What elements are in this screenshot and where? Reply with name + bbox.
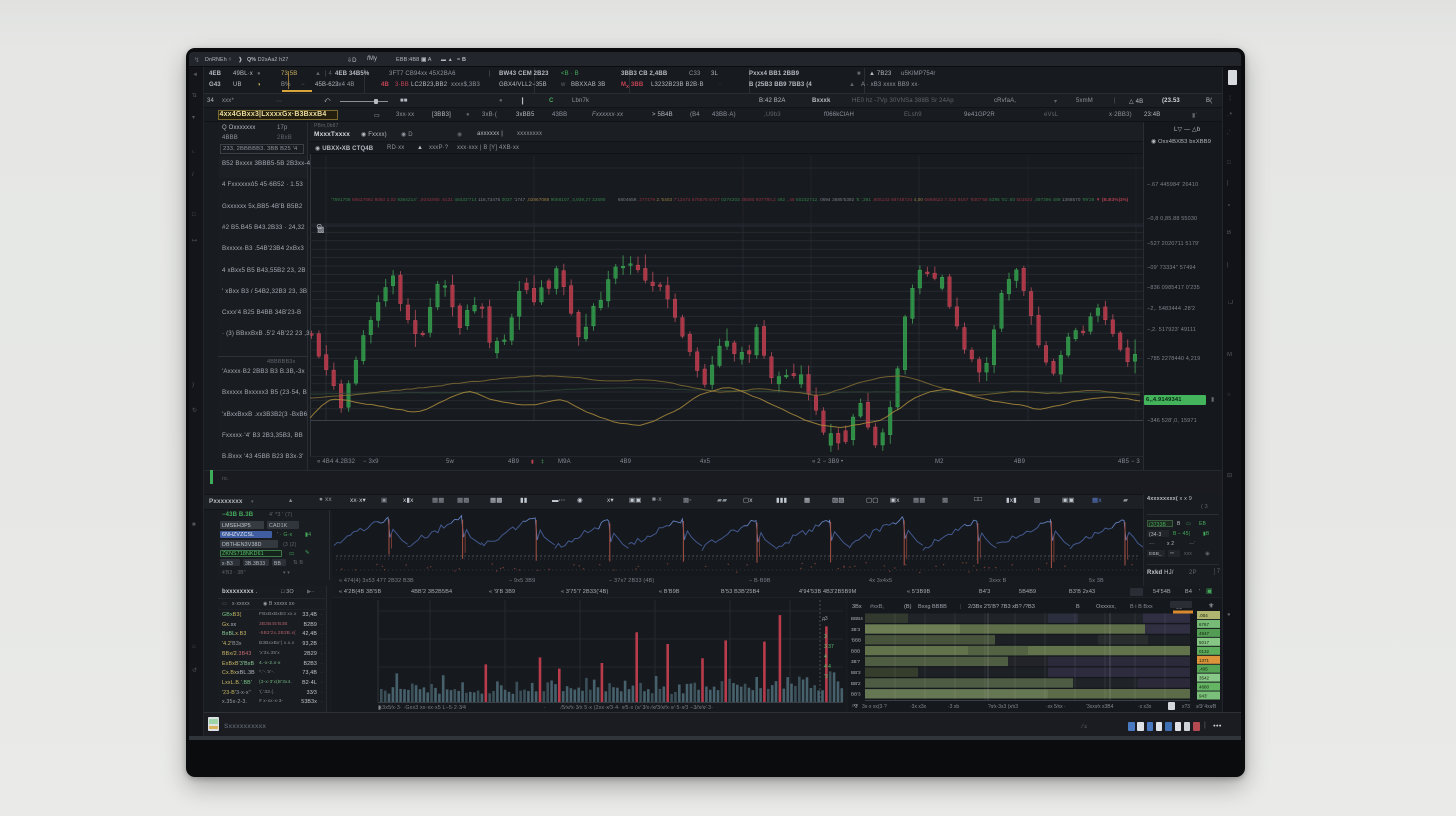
svg-text:'3: '3 <box>824 674 828 680</box>
svg-text:943': 943' <box>1199 694 1208 699</box>
svg-text:'3xxx⁄x x3B4: '3xxx⁄x x3B4 <box>1086 704 1114 710</box>
svg-text:|: | <box>960 604 961 610</box>
svg-text:BBB: BBB <box>851 648 860 653</box>
svg-text:3B'3: 3B'3 <box>851 627 860 632</box>
svg-text:д3: д3 <box>822 616 828 622</box>
svg-text:3x·x xx(3·?: 3x·x xx(3·? <box>862 704 887 710</box>
svg-text:'BBB: 'BBB <box>851 638 861 643</box>
svg-text:3Bx: 3Bx <box>852 604 862 610</box>
svg-text:BB'2: BB'2 <box>851 681 861 686</box>
svg-text:,405: ,405 <box>1199 667 1208 672</box>
svg-text:0132: 0132 <box>1199 649 1210 654</box>
svg-text:BBB4: BBB4 <box>851 616 863 621</box>
svg-text:4880: 4880 <box>1199 685 1210 690</box>
svg-text:6767: 6767 <box>1199 622 1210 627</box>
svg-text:x?3: x?3 <box>1182 704 1190 710</box>
svg-text:x⁄3⁄ 4xx⁄B: x⁄3⁄ 4xx⁄B <box>1196 704 1217 710</box>
svg-text:Bxxg BBBB: Bxxg BBBB <box>918 604 947 610</box>
svg-text:⚜: ⚜ <box>1208 602 1214 610</box>
svg-text:2/3Bx 2'5'B? 7B3 xB? /?B3: 2/3Bx 2'5'B? 7B3 xB? /?B3 <box>968 604 1035 610</box>
svg-text:BB'3: BB'3 <box>851 692 861 697</box>
svg-text:3: 3 <box>824 634 827 640</box>
svg-text:?x⁄x·3x3 (x⁄x3: ?x⁄x·3x3 (x⁄x3 <box>988 704 1018 710</box>
svg-text:·xx 5⁄xx ·: ·xx 5⁄xx · <box>1046 704 1066 710</box>
svg-text:B: B <box>1076 604 1080 610</box>
svg-text:1371: 1371 <box>1199 658 1210 663</box>
svg-text:5017: 5017 <box>1199 640 1210 645</box>
svg-text:↧: ↧ <box>854 704 858 710</box>
svg-text:#xxB,: #xxB, <box>870 604 884 610</box>
svg-text:3 37: 3 37 <box>824 644 834 650</box>
svg-text:·x x3x: ·x x3x <box>1138 704 1152 710</box>
svg-text:·3x x3x: ·3x x3x <box>910 704 927 710</box>
svg-text:4: 4 <box>824 654 827 660</box>
svg-text:B і B Bxx: B і B Bxx <box>1130 604 1153 610</box>
svg-text:BB'3: BB'3 <box>851 670 861 675</box>
svg-text:Oxxxxx,: Oxxxxx, <box>1096 604 1116 610</box>
svg-text:(B): (B) <box>904 604 912 610</box>
svg-text:3542: 3542 <box>1199 676 1210 681</box>
svg-text:3B'7: 3B'7 <box>851 659 860 664</box>
svg-text:.004: .004 <box>1199 613 1208 618</box>
svg-text:4 4: 4 4 <box>824 664 831 670</box>
svg-text:·3 xb: ·3 xb <box>948 704 959 710</box>
svg-text:4947: 4947 <box>1199 631 1210 636</box>
